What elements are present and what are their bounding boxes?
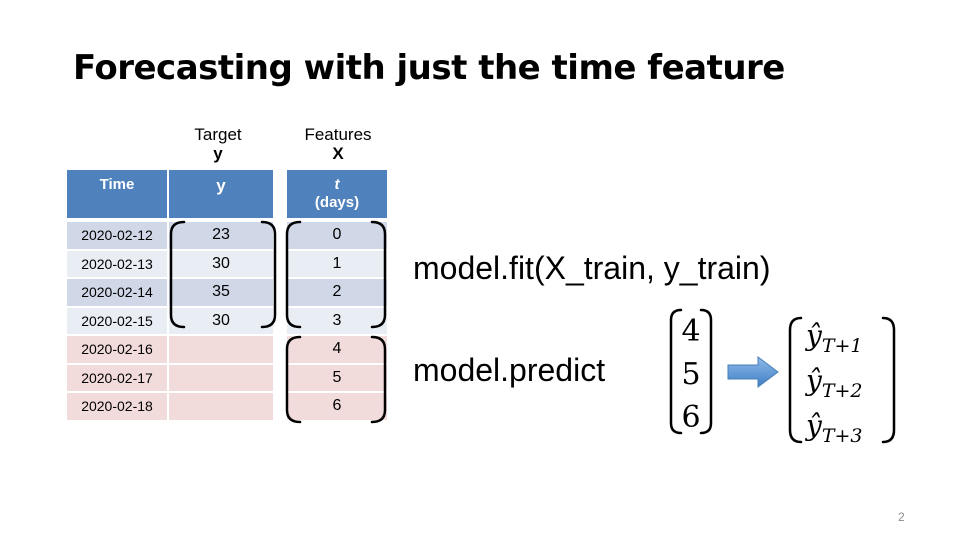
output-value-1: ŷT+1 [804, 319, 863, 357]
page-number: 2 [898, 510, 905, 524]
output-matrix-left-bracket [788, 316, 803, 444]
math-overlay: 4 5 6 ŷT+1 ŷT+2 ŷT+3 [169, 220, 896, 447]
train-t-left-bracket [285, 220, 302, 329]
input-value-2: 5 [681, 357, 700, 392]
test-t-left-bracket [285, 335, 302, 424]
arrow-right-icon [727, 356, 779, 388]
input-matrix-left-bracket [669, 308, 683, 435]
output-matrix-right-bracket [881, 316, 896, 444]
output-value-2: ŷT+2 [804, 364, 863, 402]
train-t-right-bracket [370, 220, 387, 329]
input-value-1: 4 [681, 314, 700, 349]
train-y-left-bracket [169, 220, 186, 329]
input-matrix-right-bracket [699, 308, 713, 435]
test-t-right-bracket [370, 335, 387, 424]
output-value-3: ŷT+3 [804, 409, 863, 447]
input-value-3: 6 [681, 400, 700, 435]
train-y-right-bracket [260, 220, 277, 329]
